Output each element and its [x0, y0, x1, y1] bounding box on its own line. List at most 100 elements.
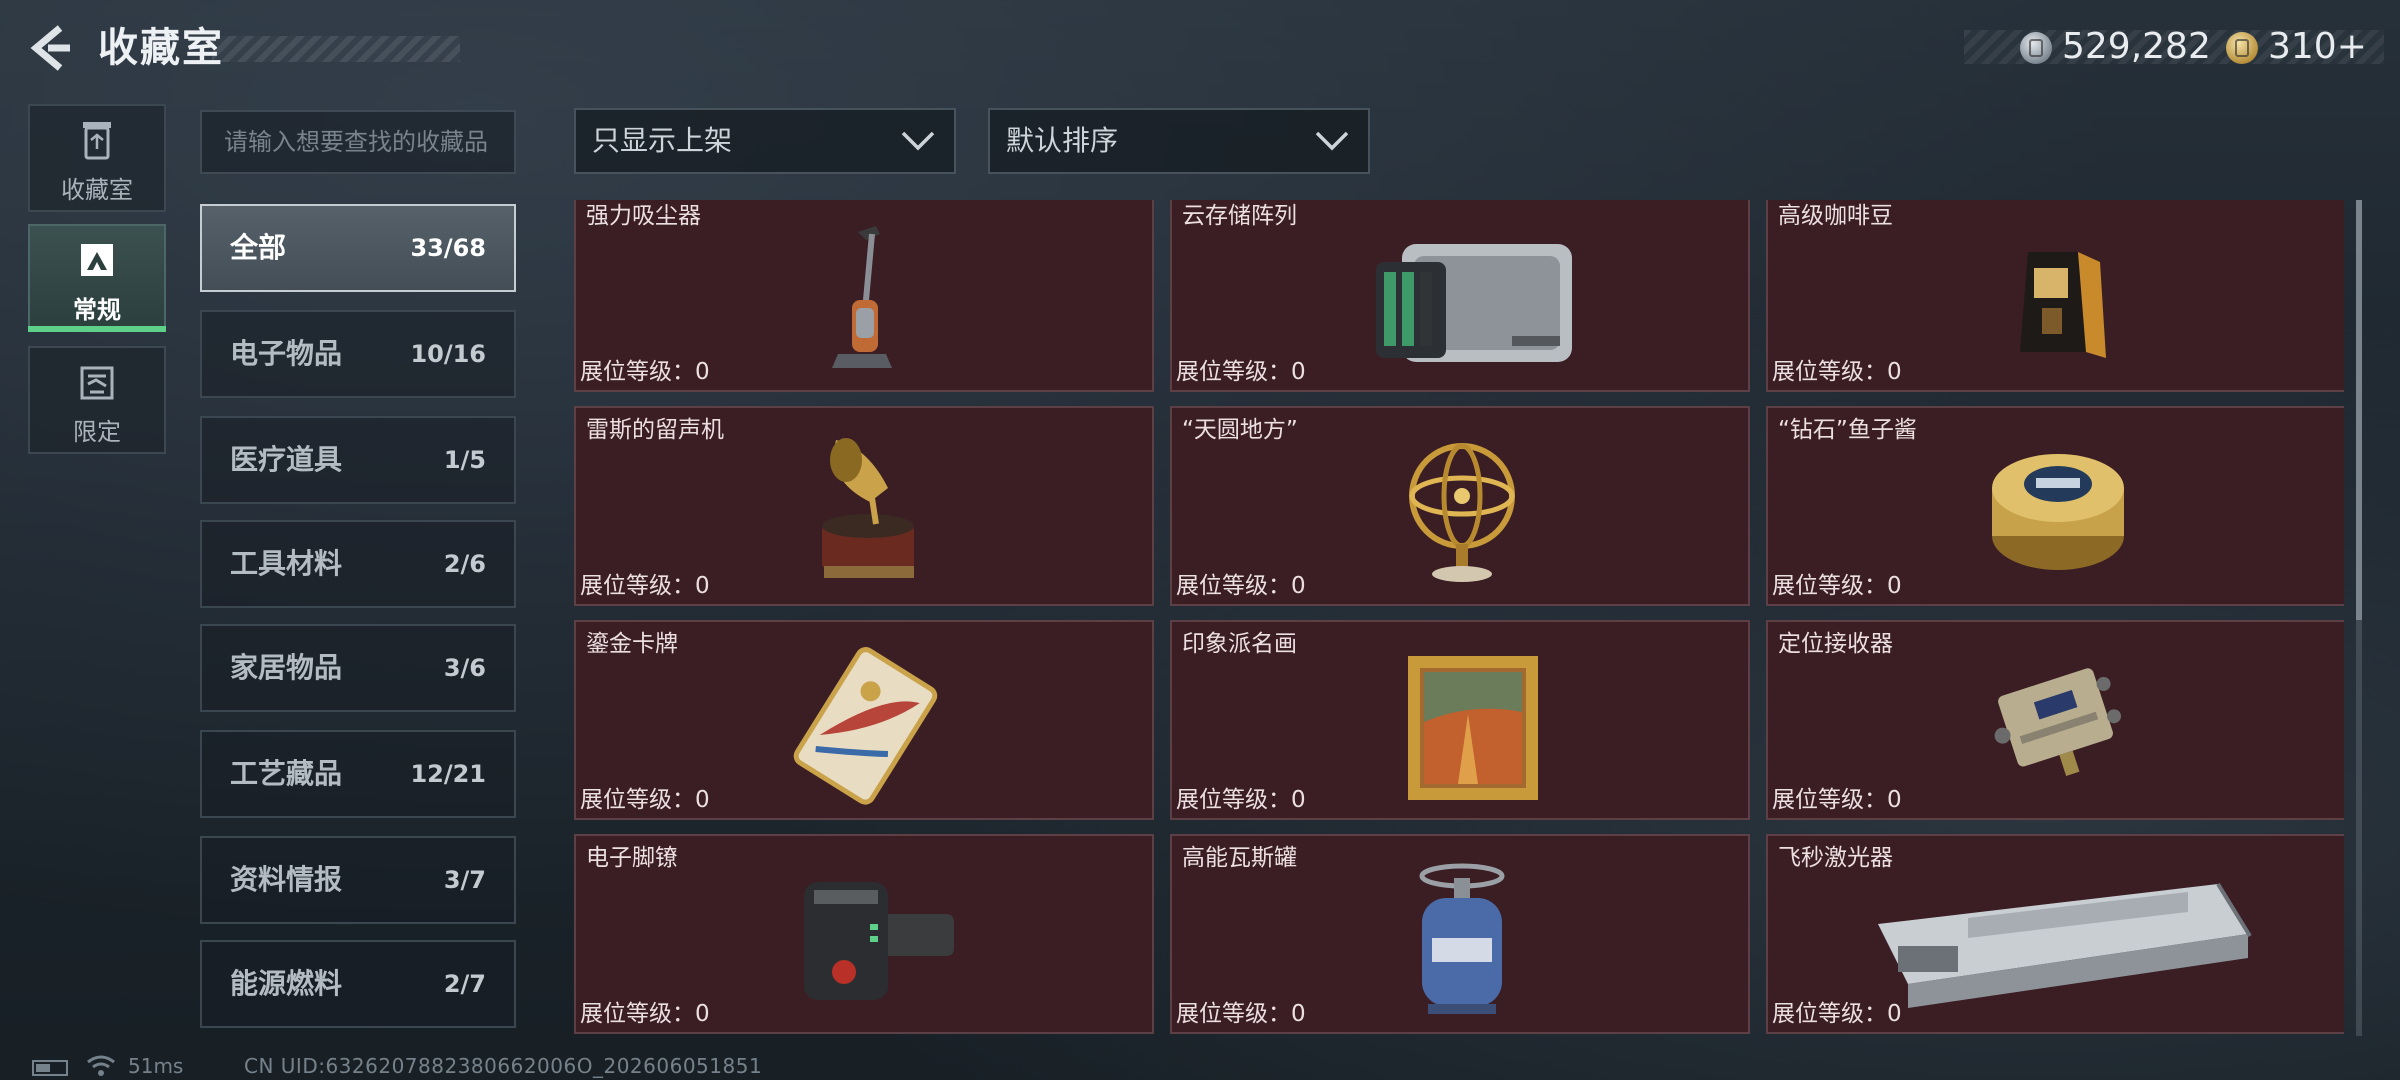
- trash-can-icon: [83, 122, 111, 160]
- title-decoration: [212, 36, 460, 62]
- category-all[interactable]: 全部 33/68: [200, 204, 516, 292]
- item-card[interactable]: 高能瓦斯罐 展位等级：0: [1170, 834, 1750, 1034]
- coffee-bag-icon: [2020, 252, 2106, 358]
- item-card[interactable]: 飞秒激光器 展位等级：0: [1766, 834, 2344, 1034]
- category-count: 2/6: [443, 550, 486, 578]
- item-name: 电子脚镣: [586, 845, 678, 871]
- category-name: 工具材料: [230, 547, 343, 580]
- item-card[interactable]: 电子脚镣 展位等级：0: [574, 834, 1154, 1034]
- gold-coin-icon: [2226, 32, 2258, 64]
- item-name: 雷斯的留声机: [586, 417, 724, 443]
- category-name: 医疗道具: [230, 443, 343, 476]
- ankle-monitor-icon: [804, 882, 954, 1000]
- sort-dropdown-label: 默认排序: [1006, 124, 1119, 157]
- item-level: 展位等级：0: [580, 359, 710, 385]
- item-name: 鎏金卡牌: [586, 631, 678, 657]
- item-card[interactable]: “钻石”鱼子酱 展位等级：0: [1766, 406, 2344, 606]
- item-level: 展位等级：0: [1772, 1001, 1902, 1027]
- item-level: 展位等级：0: [580, 1001, 710, 1027]
- laser-device-icon: [1878, 882, 2252, 1008]
- gold-currency-amount[interactable]: 310+: [2268, 24, 2367, 70]
- item-card[interactable]: 强力吸尘器 展位等级：0: [574, 200, 1154, 392]
- item-card[interactable]: 雷斯的留声机 展位等级：0: [574, 406, 1154, 606]
- category-count: 10/16: [410, 340, 486, 368]
- category-tools[interactable]: 工具材料 2/6: [200, 520, 516, 608]
- limited-icon: [80, 366, 114, 400]
- item-card[interactable]: 鎏金卡牌 展位等级：0: [574, 620, 1154, 820]
- chevron-down-icon: [1315, 131, 1349, 151]
- category-name: 工艺藏品: [230, 757, 343, 790]
- item-card[interactable]: 定位接收器 展位等级：0: [1766, 620, 2344, 820]
- category-name: 家居物品: [230, 651, 343, 684]
- category-household[interactable]: 家居物品 3/6: [200, 624, 516, 712]
- nav-label: 限定: [73, 418, 121, 446]
- ping-readout: 51ms: [128, 1054, 184, 1078]
- gramophone-icon: [822, 438, 914, 578]
- item-level: 展位等级：0: [1176, 787, 1306, 813]
- category-count: 12/21: [410, 760, 486, 788]
- storage-array-icon: [1376, 244, 1572, 362]
- item-name: 高能瓦斯罐: [1182, 845, 1297, 871]
- gilded-card-icon: [793, 647, 938, 805]
- item-name: 云存储阵列: [1182, 203, 1297, 229]
- item-level: 展位等级：0: [1772, 787, 1902, 813]
- item-name: 强力吸尘器: [586, 203, 701, 229]
- page-title: 收藏室: [98, 25, 224, 71]
- category-count: 3/6: [443, 654, 486, 682]
- item-level: 展位等级：0: [1772, 573, 1902, 599]
- nav-collection-room[interactable]: 收藏室: [28, 104, 166, 212]
- category-name: 能源燃料: [230, 967, 343, 1000]
- silver-coin-icon: [2020, 32, 2052, 64]
- filter-dropdown[interactable]: 只显示上架: [574, 108, 956, 174]
- category-name: 资料情报: [230, 863, 343, 896]
- category-count: 3/7: [443, 866, 486, 894]
- item-name: 印象派名画: [1182, 631, 1297, 657]
- user-uid: CN UID:6326207882380662006O_202606051851: [244, 1054, 763, 1078]
- category-count: 33/68: [410, 234, 486, 262]
- item-level: 展位等级：0: [1176, 573, 1306, 599]
- gas-canister-icon: [1419, 863, 1505, 1014]
- armillary-sphere-icon: [1409, 443, 1515, 582]
- grid-scrollbar-thumb[interactable]: [2356, 200, 2362, 620]
- nav-label: 收藏室: [61, 176, 133, 204]
- category-crafts[interactable]: 工艺藏品 12/21: [200, 730, 516, 818]
- item-name: “钻石”鱼子酱: [1778, 417, 1917, 443]
- item-card[interactable]: 高级咖啡豆 展位等级：0: [1766, 200, 2344, 392]
- item-name: 定位接收器: [1778, 631, 1893, 657]
- category-electronics[interactable]: 电子物品 10/16: [200, 310, 516, 398]
- item-level: 展位等级：0: [1772, 359, 1902, 385]
- filter-dropdown-label: 只显示上架: [592, 124, 733, 157]
- category-medical[interactable]: 医疗道具 1/5: [200, 416, 516, 504]
- silver-currency-amount: 529,282: [2062, 26, 2211, 67]
- category-count: 2/7: [443, 970, 486, 998]
- category-intel[interactable]: 资料情报 3/7: [200, 836, 516, 924]
- category-count: 1/5: [443, 446, 486, 474]
- sort-dropdown[interactable]: 默认排序: [988, 108, 1370, 174]
- image-frame-icon: [81, 244, 113, 276]
- category-fuel[interactable]: 能源燃料 2/7: [200, 940, 516, 1028]
- vacuum-cleaner-icon: [832, 226, 892, 368]
- back-arrow-icon[interactable]: [26, 22, 72, 74]
- chevron-down-icon: [901, 131, 935, 151]
- item-card[interactable]: “天圆地方” 展位等级：0: [1170, 406, 1750, 606]
- item-level: 展位等级：0: [1176, 359, 1306, 385]
- category-name: 全部: [230, 231, 287, 264]
- nav-label: 常规: [73, 296, 121, 324]
- caviar-tin-icon: [1992, 454, 2124, 570]
- locator-receiver-icon: [1994, 668, 2122, 776]
- nav-limited[interactable]: 限定: [28, 346, 166, 454]
- search-input[interactable]: [200, 110, 516, 174]
- nav-regular[interactable]: 常规: [28, 224, 166, 332]
- wifi-icon: [87, 1055, 115, 1076]
- item-card[interactable]: 印象派名画 展位等级：0: [1170, 620, 1750, 820]
- framed-painting-icon: [1408, 656, 1538, 800]
- item-card[interactable]: 云存储阵列 展位等级：0: [1170, 200, 1750, 392]
- item-level: 展位等级：0: [1176, 1001, 1306, 1027]
- item-level: 展位等级：0: [580, 787, 710, 813]
- collectible-grid[interactable]: 强力吸尘器 展位等级：0 云存储阵列 展位等级：0 高级咖啡豆 展位等级：0 雷…: [574, 200, 2344, 1036]
- battery-level: [36, 1064, 50, 1072]
- category-name: 电子物品: [230, 337, 343, 370]
- item-name: “天圆地方”: [1182, 417, 1298, 443]
- item-level: 展位等级：0: [580, 573, 710, 599]
- item-name: 高级咖啡豆: [1778, 203, 1893, 229]
